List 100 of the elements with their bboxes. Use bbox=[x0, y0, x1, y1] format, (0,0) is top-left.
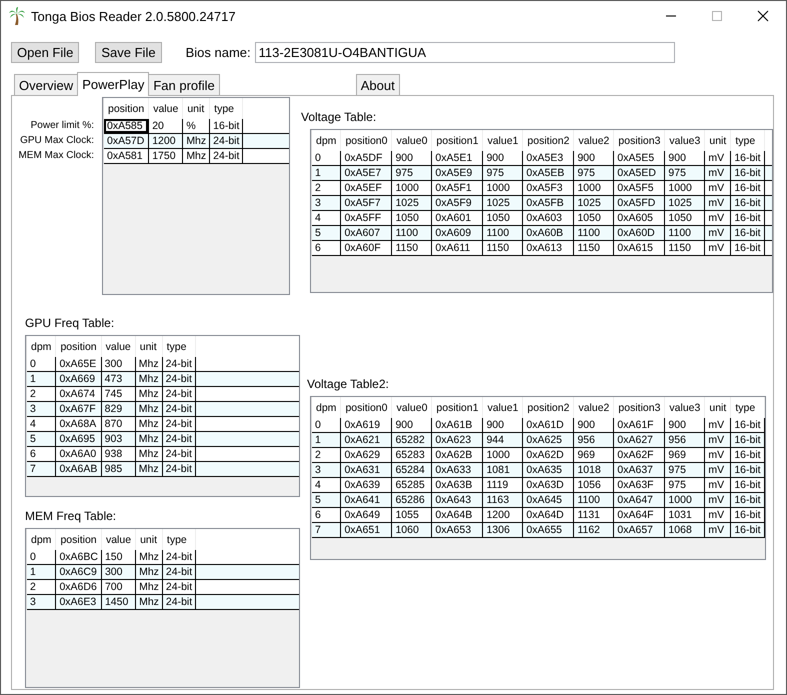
column-header[interactable]: position2 bbox=[522, 397, 574, 418]
column-header[interactable]: value3 bbox=[664, 130, 705, 151]
data-grid[interactable]: position value unit type 0xA585 20 % 16-bit 0xA57D 1200 Mhz 24-bit 0xA581 1750 Mhz 24-bit bbox=[102, 97, 290, 295]
table-cell: 0xA637 bbox=[614, 462, 665, 478]
table-cell: 4 bbox=[312, 210, 341, 226]
column-header[interactable]: type bbox=[162, 529, 196, 550]
bios-name-field[interactable]: 113-2E3081U-O4BANTIGUA bbox=[254, 42, 675, 62]
table-cell: 1150 bbox=[392, 240, 432, 256]
table-title: MEM Freq Table: bbox=[25, 509, 118, 523]
table-cell: 975 bbox=[664, 478, 705, 492]
table-cell: 1025 bbox=[482, 196, 523, 210]
column-header[interactable]: position3 bbox=[614, 130, 665, 151]
data-grid[interactable] bbox=[25, 335, 300, 497]
data-grid[interactable] bbox=[310, 129, 773, 293]
table-cell: mV bbox=[704, 432, 731, 448]
table-cell: 0xA629 bbox=[340, 448, 392, 462]
close-icon[interactable] bbox=[757, 10, 769, 22]
column-header[interactable]: type bbox=[162, 336, 196, 357]
save-file-button[interactable]: Save File bbox=[95, 42, 162, 62]
column-header[interactable]: unit bbox=[704, 130, 731, 151]
table-cell: Mhz bbox=[182, 134, 210, 148]
table-cell: 16-bit bbox=[730, 462, 764, 478]
tab[interactable]: Fan profile bbox=[148, 74, 220, 95]
column-header[interactable]: position1 bbox=[432, 130, 483, 151]
table-cell: 16-bit bbox=[730, 448, 764, 462]
column-header[interactable]: unit bbox=[135, 336, 162, 357]
column-header[interactable]: position0 bbox=[340, 130, 392, 151]
table-cell: 975 bbox=[574, 166, 614, 180]
table-cell: mV bbox=[704, 478, 731, 492]
table-cell: Mhz bbox=[135, 386, 162, 402]
open-file-button[interactable]: Open File bbox=[11, 42, 80, 62]
column-header[interactable]: dpm bbox=[26, 336, 56, 357]
table-cell: 0xA581 bbox=[104, 148, 149, 164]
column-header[interactable]: value0 bbox=[392, 130, 432, 151]
column-header[interactable]: value1 bbox=[482, 397, 523, 418]
table-cell: 1100 bbox=[574, 492, 614, 508]
table-cell: 16-bit bbox=[730, 210, 764, 226]
table-cell: 0xA601 bbox=[432, 210, 483, 226]
column-header[interactable]: unit bbox=[136, 529, 162, 550]
column-header[interactable]: value bbox=[101, 529, 136, 550]
table-cell: 2 bbox=[312, 180, 341, 196]
column-header[interactable]: value bbox=[101, 336, 136, 357]
table-cell: 0xA62F bbox=[614, 448, 665, 462]
column-header[interactable]: position3 bbox=[614, 397, 665, 418]
table-cell: 0xA5E1 bbox=[432, 151, 483, 166]
column-header[interactable]: position bbox=[104, 98, 149, 119]
table-cell: 0xA5EB bbox=[522, 166, 574, 180]
table-cell: 1000 bbox=[482, 180, 523, 196]
table-cell: 1 bbox=[26, 372, 56, 386]
table-cell: 0xA5F1 bbox=[432, 180, 483, 196]
table-cell: 0xA61D bbox=[522, 418, 574, 432]
column-header[interactable]: type bbox=[210, 98, 243, 119]
column-header[interactable]: position bbox=[56, 336, 102, 357]
table-cell: 1025 bbox=[664, 196, 705, 210]
tab[interactable]: About bbox=[356, 74, 400, 95]
table-cell: 1306 bbox=[482, 522, 523, 538]
column-header[interactable]: value1 bbox=[482, 130, 523, 151]
table-cell: 900 bbox=[392, 418, 432, 432]
table-cell: 956 bbox=[574, 432, 614, 448]
table-cell: 1 bbox=[312, 432, 341, 448]
table-cell: 900 bbox=[574, 151, 614, 166]
tab[interactable]: Overview bbox=[14, 74, 78, 95]
column-header[interactable]: dpm bbox=[312, 130, 341, 151]
table-cell: 24-bit bbox=[162, 402, 196, 416]
table-cell: 0xA5FB bbox=[522, 196, 574, 210]
column-header[interactable]: value3 bbox=[664, 397, 705, 418]
table-cell: 1 bbox=[312, 166, 341, 180]
table-cell: 20 bbox=[148, 119, 183, 134]
column-header[interactable]: dpm bbox=[26, 529, 56, 550]
column-header[interactable]: position0 bbox=[340, 397, 392, 418]
window-title: Tonga Bios Reader 2.0.5800.24717 bbox=[31, 8, 236, 24]
data-grid[interactable] bbox=[310, 396, 766, 560]
column-header[interactable]: type bbox=[730, 397, 764, 418]
column-header[interactable]: value bbox=[148, 98, 183, 119]
column-header[interactable]: value2 bbox=[574, 397, 614, 418]
table-cell: 3 bbox=[312, 196, 341, 210]
column-header[interactable]: position2 bbox=[522, 130, 574, 151]
data-grid[interactable]: dpm position value unit type 0 0xA6BC 150 Mhz 24-bit 1 0xA6C9 300 Mhz 24-bit 2 0xA6D6 700 Mhz 24-bit 3 0xA6E3 1450 Mhz 24-bit bbox=[25, 528, 300, 688]
column-header[interactable]: unit bbox=[704, 397, 731, 418]
tab[interactable]: PowerPlay bbox=[77, 72, 150, 96]
column-header[interactable]: position bbox=[56, 529, 102, 550]
table-cell: 3 bbox=[26, 594, 56, 610]
column-header[interactable]: value0 bbox=[392, 397, 432, 418]
table-cell: 2 bbox=[26, 580, 56, 594]
table-cell: 900 bbox=[664, 418, 705, 432]
table-cell: 0xA695 bbox=[56, 432, 102, 446]
column-header[interactable]: position1 bbox=[432, 397, 483, 418]
column-header[interactable]: dpm bbox=[312, 397, 341, 418]
table-cell: 0xA625 bbox=[522, 432, 574, 448]
column-header[interactable]: value2 bbox=[574, 130, 614, 151]
table-cell: 745 bbox=[101, 386, 136, 402]
table-cell: mV bbox=[704, 226, 731, 240]
table-cell: 1163 bbox=[482, 492, 523, 508]
table-cell: 1055 bbox=[392, 508, 432, 522]
table-cell: 16-bit bbox=[730, 151, 764, 166]
table-cell: 0xA64F bbox=[614, 508, 665, 522]
table-cell: 0xA603 bbox=[522, 210, 574, 226]
column-header[interactable]: unit bbox=[182, 98, 210, 119]
table-cell: 16-bit bbox=[730, 418, 764, 432]
column-header[interactable]: type bbox=[730, 130, 764, 151]
